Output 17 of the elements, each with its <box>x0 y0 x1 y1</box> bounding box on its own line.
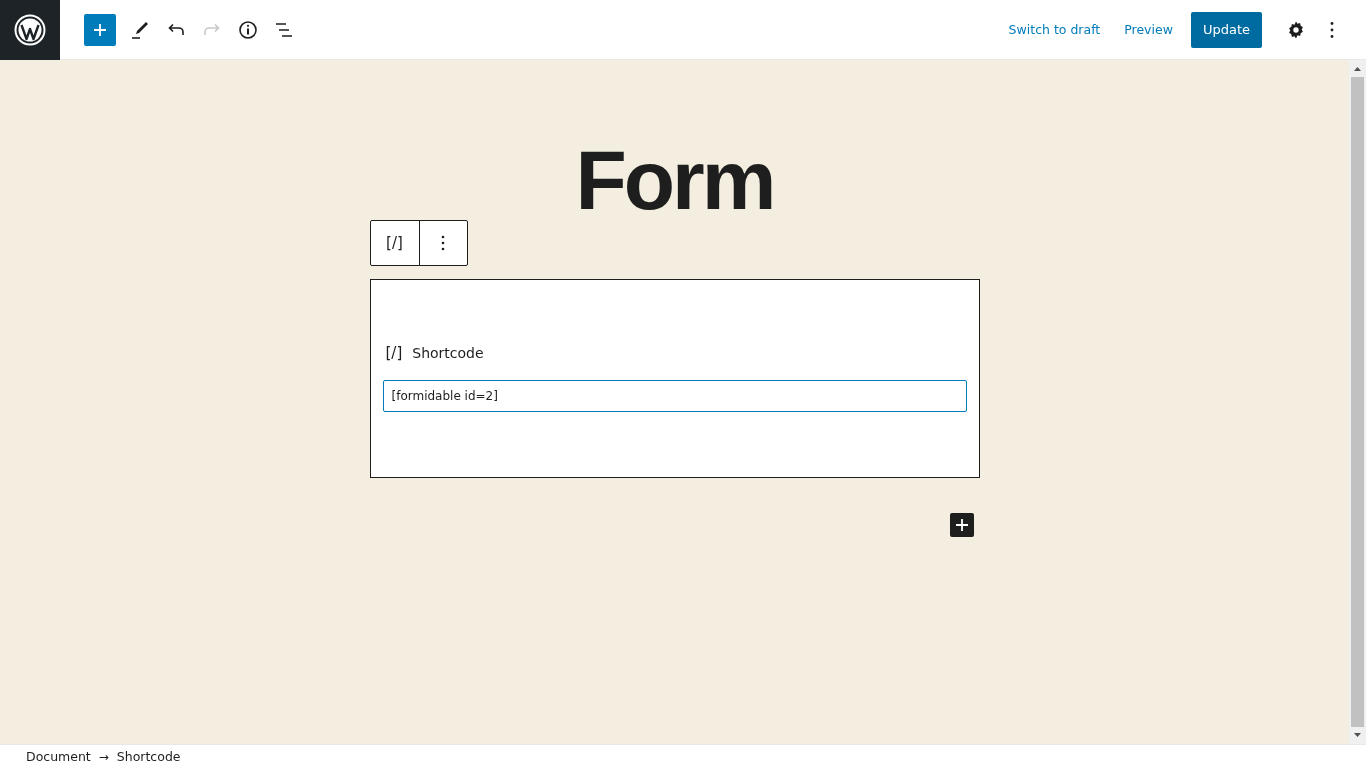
plus-icon <box>953 517 970 533</box>
switch-to-draft-button[interactable]: Switch to draft <box>1002 11 1107 48</box>
shortcode-label-icon: [/] <box>385 344 403 362</box>
wordpress-logo-button[interactable] <box>0 0 60 60</box>
shortcode-field[interactable]: [formidable id=2] <box>382 380 967 412</box>
scrollbar[interactable] <box>1349 60 1366 744</box>
add-block-button[interactable] <box>949 513 974 537</box>
plus-icon <box>92 21 108 38</box>
breadcrumb-separator: → <box>98 749 109 764</box>
shortcode-label: Shortcode <box>412 345 484 361</box>
more-options-icon <box>441 235 445 251</box>
breadcrumb-item[interactable]: Document <box>26 749 91 764</box>
post-title[interactable]: Form <box>369 140 980 220</box>
breadcrumb-item[interactable]: Shortcode <box>116 749 181 764</box>
update-button[interactable]: Update <box>1190 11 1262 48</box>
wordpress-logo-icon <box>14 13 46 46</box>
preview-button[interactable]: Preview <box>1118 11 1179 48</box>
